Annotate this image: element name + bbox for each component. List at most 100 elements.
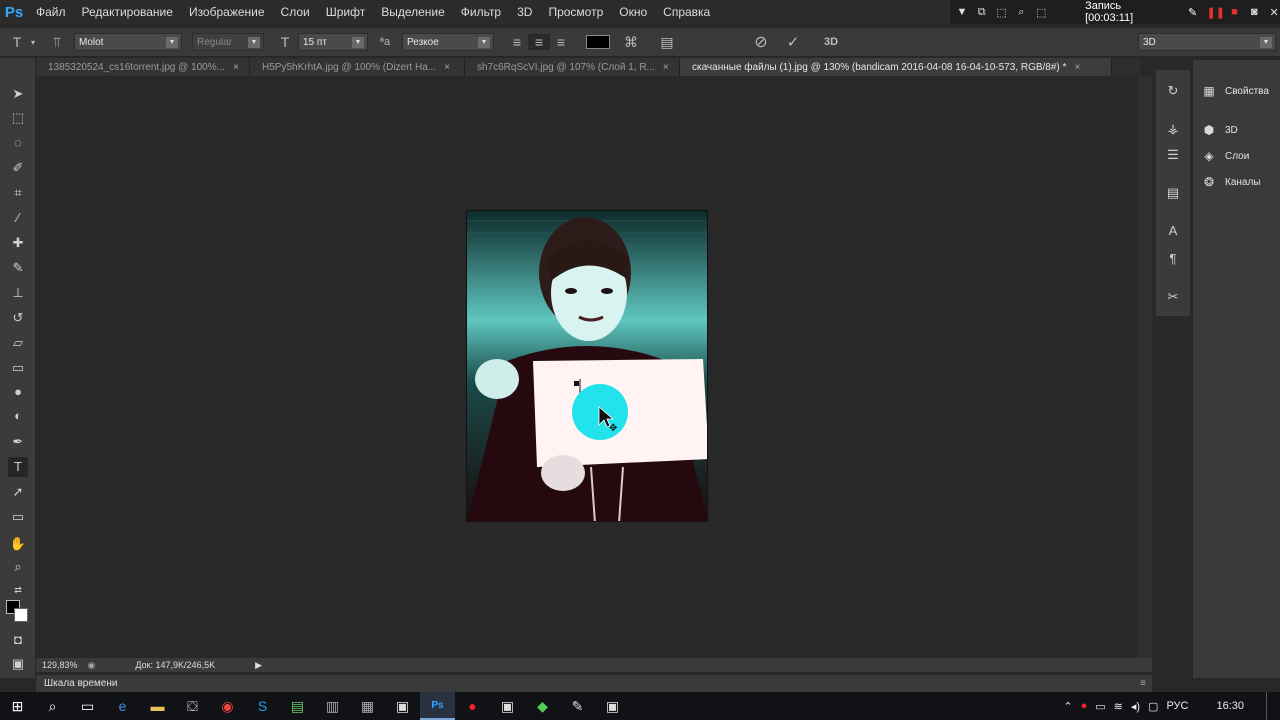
quick-select-tool-icon[interactable]: ✐ (8, 158, 28, 178)
menu-select[interactable]: Выделение (373, 0, 453, 24)
align-left-icon[interactable]: ≡ (506, 34, 528, 50)
language-indicator[interactable]: РУС (1166, 700, 1188, 712)
antialias-select[interactable]: Резкое ▼ (402, 33, 494, 51)
menu-image[interactable]: Изображение (181, 0, 273, 24)
text-color-swatch[interactable] (586, 35, 610, 49)
character-icon[interactable]: A (1164, 222, 1182, 240)
clone-stamp-tool-icon[interactable]: ⊥ (8, 283, 28, 303)
font-family-select[interactable]: Molot ▼ (74, 33, 182, 51)
tab-document-2[interactable]: H5Py5hKrhtA.jpg @ 100% (Dizert На... × (250, 58, 465, 76)
crop-tool-icon[interactable]: ⌗ (8, 183, 28, 203)
edge-browser-icon[interactable]: e (105, 692, 140, 720)
close-icon[interactable]: × (444, 62, 450, 73)
swap-colors-icon[interactable]: ⇄ (8, 580, 28, 600)
tab-document-4[interactable]: скачанные файлы (1).jpg @ 130% (bandicam… (680, 58, 1112, 76)
network-icon[interactable]: ≋ (1114, 700, 1123, 713)
font-size-select[interactable]: 15 пт ▼ (298, 33, 368, 51)
paragraph-icon[interactable]: ¶ (1164, 250, 1182, 268)
menu-window[interactable]: Окно (611, 0, 655, 24)
menu-edit[interactable]: Редактирование (74, 0, 181, 24)
app-icon[interactable]: ▥ (315, 692, 350, 720)
chrome-icon[interactable]: ◉ (210, 692, 245, 720)
bandicam-icon[interactable]: ● (455, 692, 490, 720)
volume-icon[interactable]: ◂) (1131, 700, 1140, 713)
panel-layers[interactable]: ◈ Слои (1201, 147, 1249, 165)
menu-type[interactable]: Шрифт (318, 0, 373, 24)
store-icon[interactable]: ⛋ (175, 692, 210, 720)
battery-icon[interactable]: ▭ (1095, 700, 1105, 713)
align-right-icon[interactable]: ≡ (550, 34, 572, 50)
move-tool-icon[interactable]: ➤ (8, 84, 28, 104)
panel-properties[interactable]: ▦ Свойства (1201, 82, 1269, 100)
app-icon[interactable]: ✎ (560, 692, 595, 720)
styles-icon[interactable]: ▤ (1164, 184, 1182, 202)
tool-presets-icon[interactable]: ✂ (1164, 288, 1182, 306)
search-icon[interactable]: ⌕ (1015, 6, 1027, 19)
zoom-level[interactable]: 129,83% (42, 660, 78, 670)
vertical-scrollbar[interactable] (1138, 76, 1152, 658)
window-icon[interactable]: ⧉ (976, 6, 988, 19)
record-icon[interactable]: ● (1081, 700, 1088, 712)
quick-mask-icon[interactable]: ◘ (8, 630, 28, 650)
windows-start-icon[interactable]: ⊞ (0, 692, 35, 720)
menu-filter[interactable]: Фильтр (453, 0, 509, 24)
eraser-tool-icon[interactable]: ▱ (8, 333, 28, 353)
fullscreen-icon[interactable]: ⬚ (1035, 6, 1047, 19)
eyedropper-tool-icon[interactable]: ⁄ (8, 208, 28, 228)
screen-mode-icon[interactable]: ▣ (8, 654, 28, 674)
menu-help[interactable]: Справка (655, 0, 718, 24)
skype-icon[interactable]: S (245, 692, 280, 720)
close-icon[interactable]: × (663, 62, 669, 73)
text-tool-preset-icon[interactable]: T (6, 34, 28, 50)
menu-3d[interactable]: 3D (509, 0, 540, 24)
history-icon[interactable]: ↻ (1164, 82, 1182, 100)
task-view-icon[interactable]: ▭ (70, 692, 105, 720)
tab-document-1[interactable]: 1385320524_cs16torrent.jpg @ 100%... × (36, 58, 250, 76)
info-icon[interactable]: ◉ (88, 660, 96, 671)
tab-document-3[interactable]: sh7c6RqScVI.jpg @ 107% (Слой 1, R... × (465, 58, 680, 76)
character-panel-icon[interactable]: ▤ (656, 34, 678, 51)
app-icon[interactable]: ▣ (385, 692, 420, 720)
dodge-tool-icon[interactable]: ◐ (8, 406, 28, 426)
create-3d-button[interactable]: 3D (820, 36, 842, 48)
cancel-icon[interactable]: ⊘ (750, 32, 772, 52)
warp-text-icon[interactable]: ⌘ (620, 34, 642, 51)
rectangle-tool-icon[interactable]: ▭ (8, 507, 28, 527)
text-orientation-icon[interactable]: ⫪ (46, 34, 68, 51)
close-icon[interactable]: × (1074, 62, 1080, 73)
pen-tool-icon[interactable]: ✒ (8, 432, 28, 452)
chevron-up-icon[interactable]: ⌃ (1063, 700, 1072, 713)
timeline-panel[interactable]: Шкала времени ≡ (36, 674, 1152, 692)
app-icon[interactable]: ◆ (525, 692, 560, 720)
background-color-swatch[interactable] (14, 608, 28, 622)
adjustments-icon[interactable]: ☰ (1164, 146, 1182, 164)
panel-menu-icon[interactable]: ≡ (1140, 675, 1146, 693)
workspace-select[interactable]: 3D ▼ (1138, 33, 1276, 51)
app-icon[interactable]: ▤ (280, 692, 315, 720)
panel-channels[interactable]: ❂ Каналы (1201, 173, 1261, 191)
gradient-tool-icon[interactable]: ▭ (8, 358, 28, 378)
lasso-tool-icon[interactable]: ◌ (8, 133, 28, 153)
commit-checkmark-icon[interactable]: ✓ (782, 33, 804, 51)
brush-presets-icon[interactable]: ⚶ (1164, 120, 1182, 138)
clock[interactable]: 16:30 (1216, 700, 1244, 712)
menu-layers[interactable]: Слои (273, 0, 318, 24)
notification-icon[interactable]: ▢ (1148, 700, 1158, 713)
app-icon[interactable]: ▣ (490, 692, 525, 720)
brush-tool-icon[interactable]: ✎ (8, 258, 28, 278)
healing-brush-tool-icon[interactable]: ✚ (8, 233, 28, 253)
play-arrow-icon[interactable]: ▶ (255, 660, 262, 671)
photoshop-taskbar-icon[interactable]: Ps (420, 692, 455, 720)
show-desktop-button[interactable] (1266, 692, 1270, 720)
hand-tool-icon[interactable]: ✋ (8, 534, 28, 554)
document-canvas[interactable]: ✥ (466, 210, 708, 522)
pencil-icon[interactable]: ✎ (1187, 6, 1199, 19)
type-tool-icon[interactable]: T (8, 457, 28, 477)
panel-3d[interactable]: ⬢ 3D (1201, 121, 1238, 139)
crop-area-icon[interactable]: ⬚ (996, 6, 1008, 19)
close-icon[interactable]: × (233, 62, 239, 73)
canvas-area[interactable]: ✥ (36, 76, 1140, 658)
app-icon[interactable]: ▦ (350, 692, 385, 720)
search-icon[interactable]: ⌕ (35, 692, 70, 720)
file-explorer-icon[interactable]: ▬ (140, 692, 175, 720)
